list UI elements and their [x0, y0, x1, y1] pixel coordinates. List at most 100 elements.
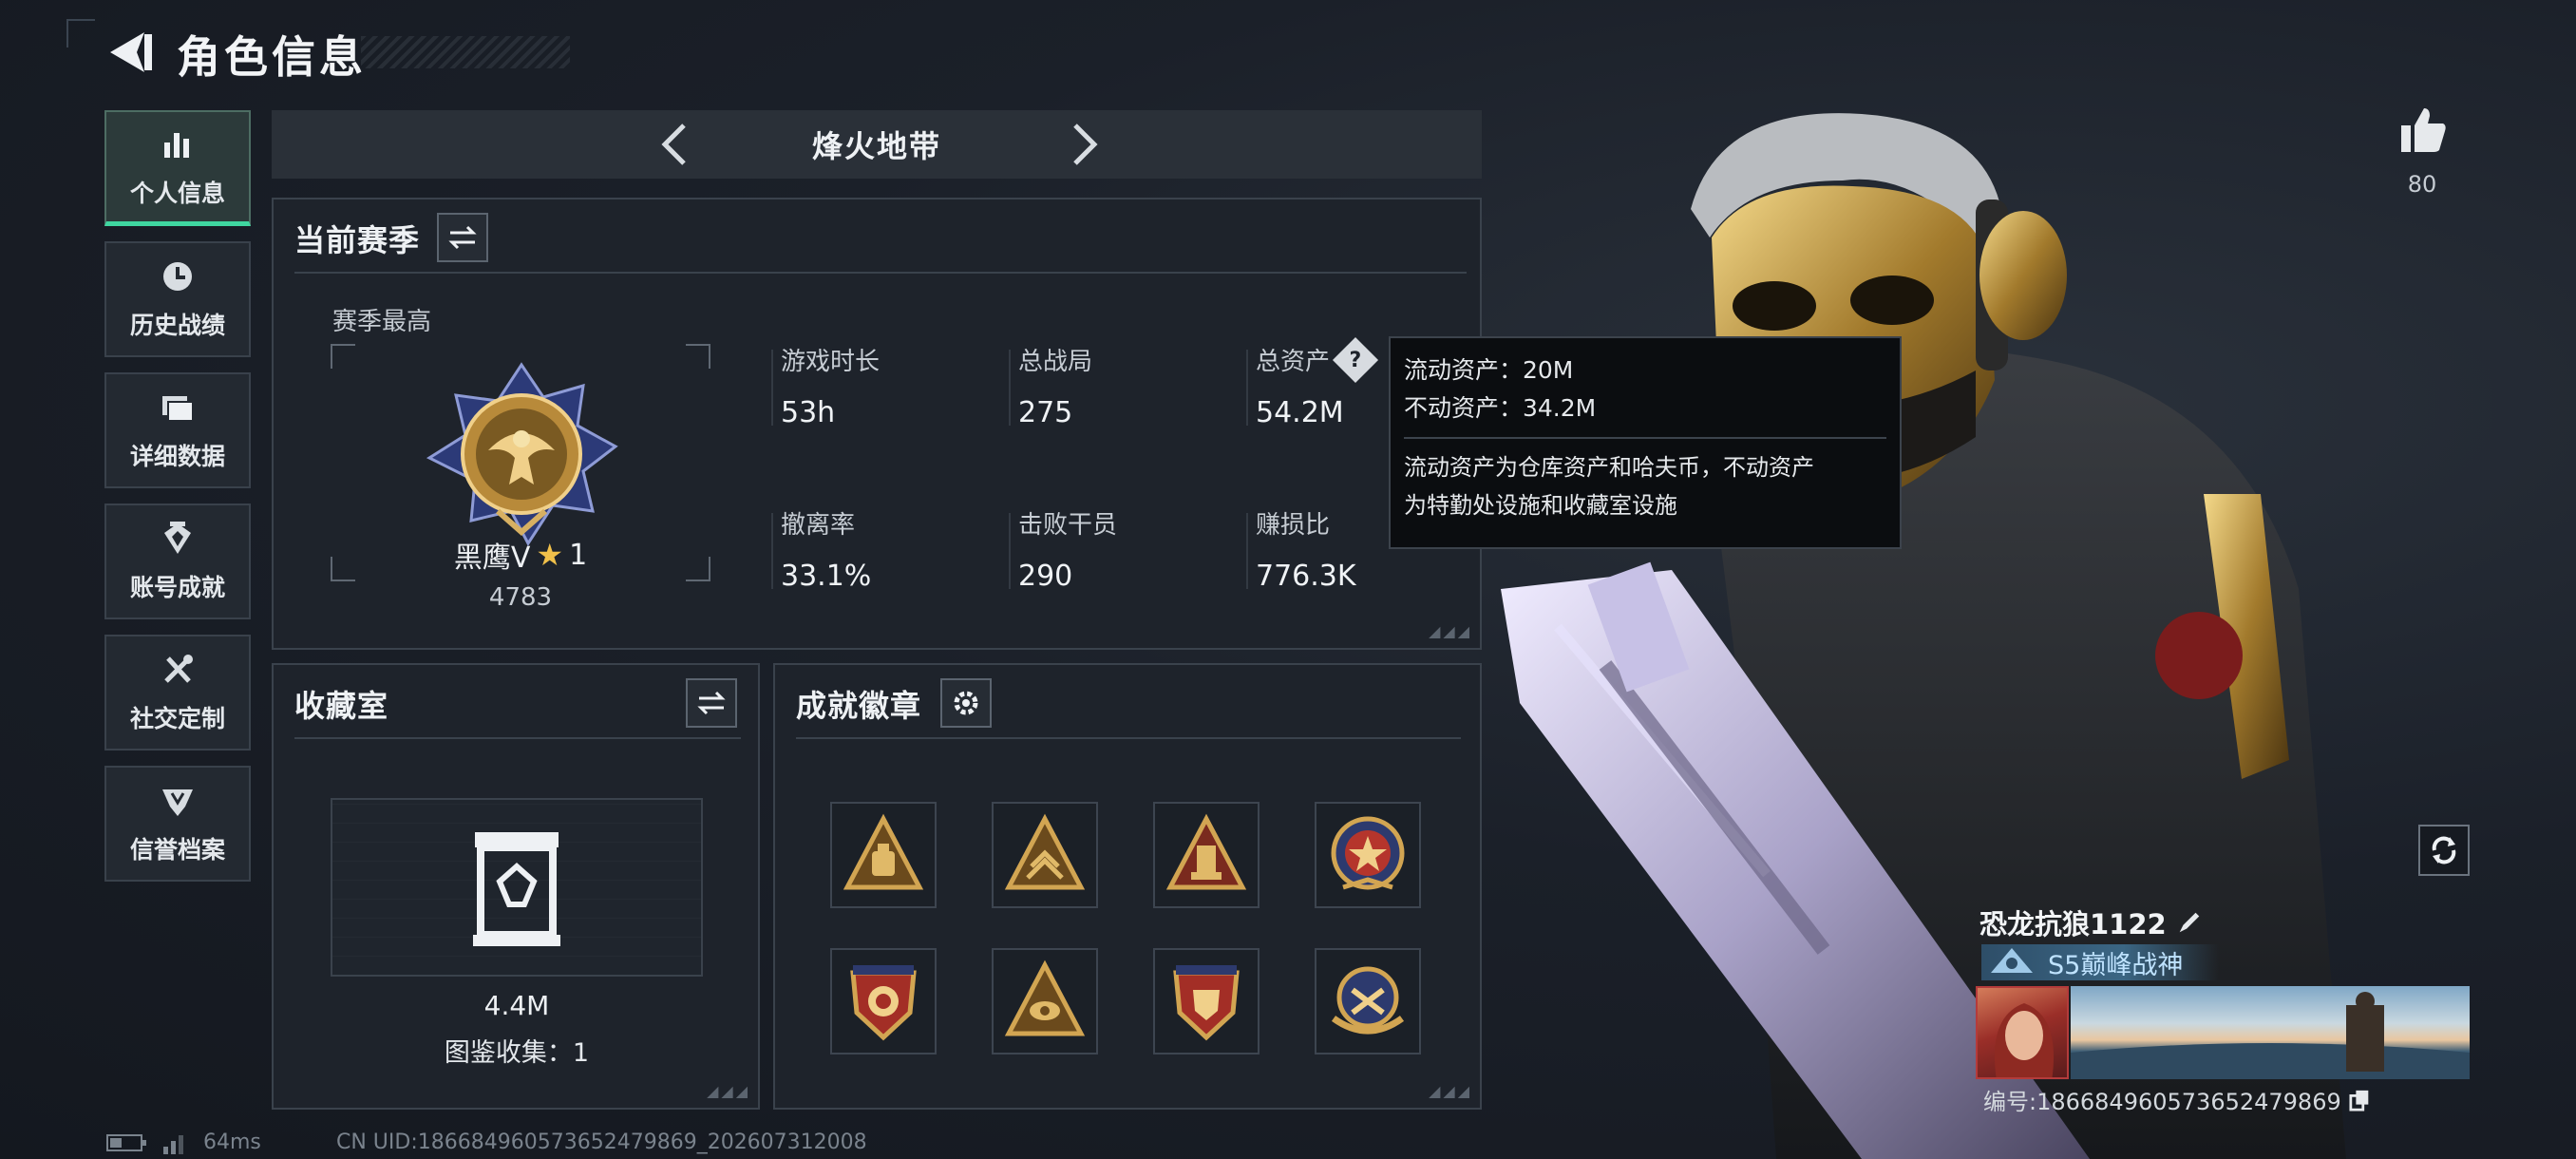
tooltip-fixed-assets: 不动资产：34.2M	[1404, 394, 1597, 422]
player-title: S5巅峰战神	[2048, 950, 2184, 980]
collection-panel: 收藏室 4.4M 图鉴收集：1 ◢◢◢	[272, 663, 760, 1110]
nav-item-label: 个人信息	[129, 179, 225, 207]
nav-item-label: 信誉档案	[129, 836, 225, 864]
rank-score: 4783	[488, 583, 553, 612]
achievements-panel: 成就徽章 ◢◢◢	[773, 663, 1482, 1110]
achievement-badge[interactable]	[830, 802, 937, 908]
thumbs-up-icon[interactable]	[2397, 104, 2449, 156]
swap-icon	[697, 691, 726, 715]
status-bar: 64ms	[106, 1130, 261, 1154]
stat-label: 赚损比	[1256, 511, 1331, 540]
player-name: 恐龙抗狼1122	[1979, 908, 2167, 940]
round-badge-wings-icon	[1331, 966, 1405, 1035]
collection-count: 图鉴收集：1	[444, 1038, 590, 1068]
season-title: 当前赛季	[294, 222, 421, 258]
stat-label: 总战局	[1018, 348, 1093, 376]
tools-icon	[157, 651, 199, 689]
battery-icon	[106, 1133, 146, 1151]
next-mode-button[interactable]	[1060, 120, 1108, 169]
tooltip-note-line: 流动资产为仓库资产和哈夫币，不动资产	[1404, 454, 1814, 481]
nav-item-profile[interactable]: 个人信息	[104, 110, 251, 226]
triangle-badge-chevrons-icon	[1004, 813, 1086, 890]
collection-switch-button[interactable]	[686, 678, 737, 728]
stat-label: 游戏时长	[781, 348, 881, 376]
panel-corner-decoration: ◢◢◢	[707, 1082, 750, 1100]
shield-icon	[157, 782, 199, 820]
copy-icon[interactable]	[2349, 1089, 2372, 1112]
stat-label: 击败干员	[1018, 511, 1118, 540]
player-card[interactable]: 恐龙抗狼1122 S5巅峰战神	[1976, 902, 2470, 1092]
bar-chart-icon	[157, 125, 199, 163]
triangle-badge-tower-icon	[1165, 813, 1247, 890]
player-id-row: 编号:186684960573652479869	[1983, 1083, 2372, 1116]
nav-item-label: 详细数据	[129, 443, 225, 470]
stat-label: 总资产	[1256, 348, 1331, 376]
stat-total-matches: 总战局 275	[1009, 342, 1093, 429]
assets-tooltip: 流动资产：20M 不动资产：34.2M 流动资产为仓库资产和哈夫币，不动资产 为…	[1389, 336, 1902, 549]
back-arrow-icon	[110, 32, 152, 72]
vault-icon	[473, 832, 560, 946]
side-nav: 个人信息 历史战绩 详细数据 账号成就 社交定制 信誉档案	[104, 110, 251, 897]
nav-item-label: 社交定制	[129, 705, 225, 732]
round-badge-star-icon	[1331, 816, 1405, 890]
stat-value: 776.3K	[1256, 560, 1356, 593]
stat-value: 275	[1018, 396, 1073, 429]
achievement-icon	[157, 520, 199, 558]
player-id: 编号:186684960573652479869	[1983, 1089, 2341, 1115]
achievements-title: 成就徽章	[796, 688, 922, 724]
rank-stars: 1	[569, 538, 588, 572]
edit-icon[interactable]	[2176, 909, 2203, 936]
nav-item-label: 账号成就	[129, 574, 225, 601]
collection-title: 收藏室	[294, 688, 389, 724]
avatar[interactable]	[1976, 986, 2069, 1079]
signal-icon	[163, 1134, 183, 1154]
help-icon[interactable]: ?	[1332, 336, 1379, 383]
folder-icon	[157, 389, 199, 427]
rotate-model-button[interactable]	[2418, 825, 2470, 876]
achievement-badge[interactable]	[1315, 948, 1421, 1054]
page-title: 角色信息	[177, 31, 367, 83]
gear-icon	[954, 691, 978, 715]
season-switch-button[interactable]	[437, 213, 488, 262]
tooltip-liquid-assets: 流动资产：20M	[1404, 356, 1574, 384]
nav-item-details[interactable]: 详细数据	[104, 372, 251, 488]
back-button[interactable]	[103, 27, 160, 78]
star-icon: ★	[536, 537, 564, 573]
achievement-badge[interactable]	[1153, 948, 1260, 1054]
triangle-badge-eye-icon	[1004, 960, 1086, 1036]
nav-item-label: 历史战绩	[129, 312, 225, 339]
banner-image	[2071, 992, 2470, 1079]
stat-value: 54.2M	[1256, 396, 1344, 429]
achievement-badge[interactable]	[1153, 802, 1260, 908]
achievement-badge[interactable]	[1315, 802, 1421, 908]
rank-medal-icon	[426, 362, 618, 546]
swap-icon	[448, 225, 477, 250]
corner-decoration	[66, 19, 95, 48]
ping-value: 64ms	[203, 1130, 261, 1154]
mode-selector: 烽火地带	[272, 110, 1482, 179]
game-screen: 角色信息 个人信息 历史战绩 详细数据 账号成就 社交定制 信誉档案 烽火地带 …	[0, 0, 2576, 1159]
player-title-badge: S5巅峰战神	[1981, 944, 2219, 980]
achievement-badge[interactable]	[830, 948, 937, 1054]
stat-label: 撤离率	[781, 511, 856, 540]
like-count: 80	[2407, 171, 2437, 198]
title-emblem-icon	[1991, 948, 2033, 973]
nav-item-history[interactable]: 历史战绩	[104, 241, 251, 357]
stat-total-assets: 总资产 ? 54.2M	[1246, 336, 1379, 429]
stat-value: 53h	[781, 396, 836, 429]
prev-mode-button[interactable]	[652, 120, 699, 169]
stat-profit-loss: 赚损比 776.3K	[1246, 505, 1356, 593]
rank-name: 黑鹰V	[453, 542, 531, 575]
nav-item-social[interactable]: 社交定制	[104, 635, 251, 750]
achievement-badge[interactable]	[992, 802, 1098, 908]
achievement-badge[interactable]	[992, 948, 1098, 1054]
chevron-right-icon	[1073, 124, 1098, 165]
tooltip-divider	[1404, 437, 1886, 439]
stat-play-time: 游戏时长 53h	[771, 342, 881, 429]
nav-item-reputation[interactable]: 信誉档案	[104, 766, 251, 882]
divider	[294, 272, 1467, 274]
divider	[796, 737, 1461, 739]
achievements-settings-button[interactable]	[940, 678, 992, 728]
nav-item-achievements[interactable]: 账号成就	[104, 504, 251, 619]
player-banner[interactable]	[2071, 986, 2470, 1079]
